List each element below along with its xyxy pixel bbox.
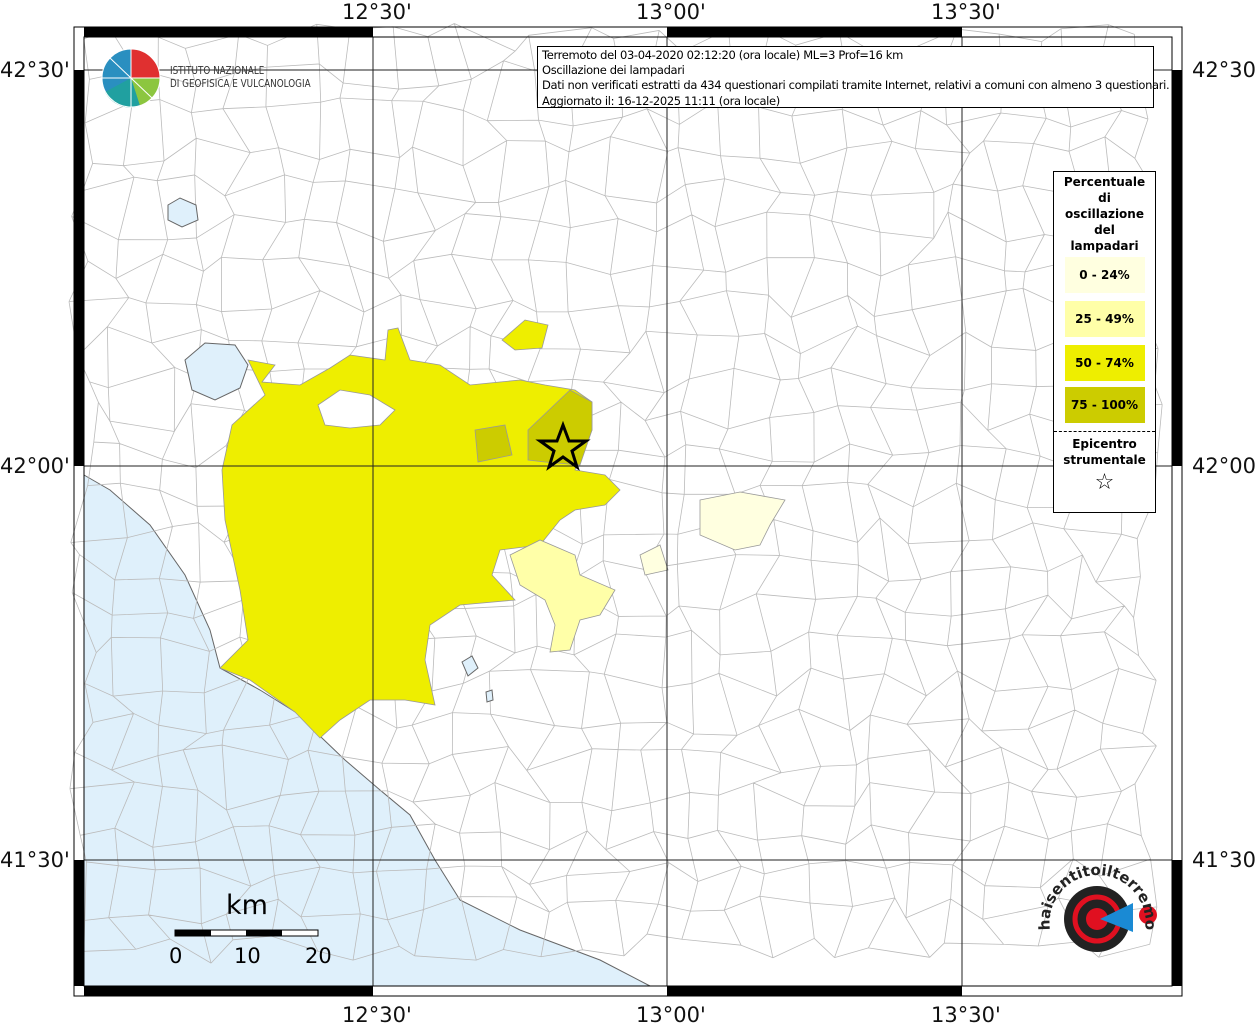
legend-class-25-49: 25 - 49% [1064, 301, 1145, 337]
epicenter-line: Epicentro [1072, 437, 1137, 451]
ingv-logo-text: ISTITUTO NAZIONALE DI GEOFISICA E VULCAN… [170, 64, 311, 90]
updated-at: Aggiornato il: 16-12-2025 11:11 (ora loc… [542, 93, 780, 108]
legend-title-line: del [1094, 223, 1115, 237]
legend-epicenter-label: Epicentro strumentale [1054, 436, 1155, 468]
map-subject: Oscillazione dei lampadari [542, 63, 685, 78]
scale-tick: 20 [305, 944, 332, 968]
legend-class-50-74: 50 - 74% [1064, 345, 1145, 381]
legend-class-0-24: 0 - 24% [1064, 257, 1145, 293]
lat-label-left: 42°30' [0, 58, 70, 82]
scale-tick: 10 [234, 944, 261, 968]
star-outline-icon: ☆ [1094, 470, 1115, 495]
legend-title-line: lampadari [1070, 239, 1139, 253]
data-note: Dati non verificati estratti da 434 ques… [542, 78, 1170, 93]
epicenter-line: strumentale [1063, 453, 1146, 467]
scale-bar [174, 929, 319, 937]
lat-label-left: 42°00' [0, 454, 70, 478]
legend-divider [1054, 431, 1155, 432]
event-info-box: Terremoto del 03-04-2020 02:12:20 (ora l… [537, 46, 1170, 108]
lon-label-top: 13°00' [636, 0, 706, 24]
legend-class-75-100: 75 - 100% [1064, 387, 1145, 423]
lon-label-bottom: 13°00' [636, 1003, 706, 1024]
legend-title: Percentuale di oscillazione del lampadar… [1054, 174, 1155, 254]
lat-label-left: 41°30' [0, 848, 70, 872]
lon-label-bottom: 12°30' [342, 1003, 412, 1024]
lat-label-right: 41°30' [1192, 848, 1256, 872]
scale-unit: km [226, 890, 268, 921]
ingv-logo-icon [101, 48, 161, 108]
lon-label-bottom: 13°30' [931, 1003, 1001, 1024]
event-line: Terremoto del 03-04-2020 02:12:20 (ora l… [542, 48, 903, 62]
ingv-line2: DI GEOFISICA E VULCANOLOGIA [170, 77, 311, 90]
region-75-100-a [474, 424, 513, 463]
lake-nemi [485, 689, 494, 703]
lon-label-top: 12°30' [342, 0, 412, 24]
lon-label-top: 13°30' [931, 0, 1001, 24]
ingv-line1: ISTITUTO NAZIONALE [170, 64, 265, 77]
legend-title-line: di [1098, 191, 1111, 205]
legend-title-line: Percentuale [1063, 175, 1146, 189]
scale-tick: 0 [169, 944, 183, 968]
map-figure: 12°30' 13°00' 13°30' 12°30' 13°00' 13°30… [0, 0, 1256, 1024]
lat-label-right: 42°00' [1192, 454, 1256, 478]
lat-label-right: 42°30' [1192, 58, 1256, 82]
legend-title-line: oscillazione [1065, 207, 1144, 221]
legend: Percentuale di oscillazione del lampadar… [1053, 171, 1156, 513]
